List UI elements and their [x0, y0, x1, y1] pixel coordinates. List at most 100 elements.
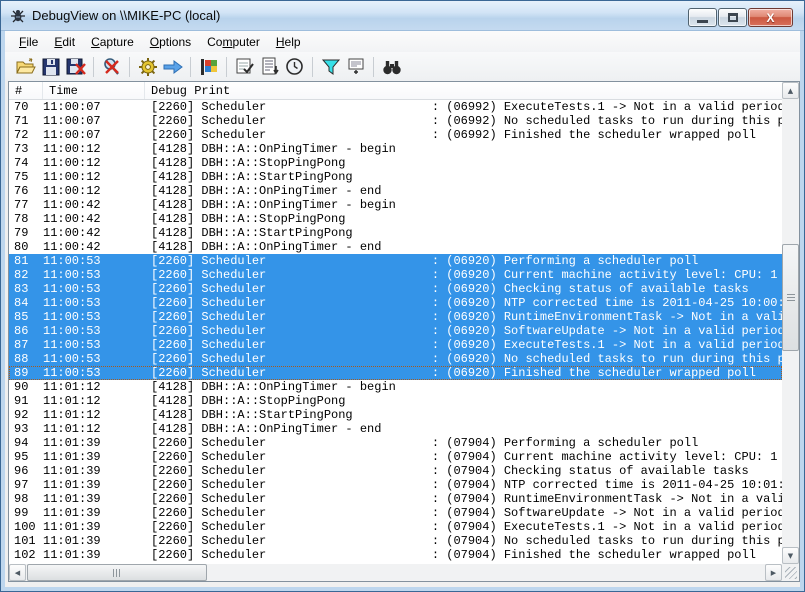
row-number: 79 [14, 226, 28, 240]
log-listview: # Time Debug Print 7011:00:07[2260] Sche… [8, 81, 800, 582]
log-row[interactable]: 8811:00:53[2260] Scheduler : (06920) No … [9, 352, 782, 366]
menu-help[interactable]: Help [268, 32, 309, 52]
titlebar[interactable]: DebugView on \\MIKE-PC (local) X [1, 1, 804, 31]
capture-events-button[interactable] [232, 55, 257, 79]
row-number: 77 [14, 198, 28, 212]
log-to-file-button[interactable] [63, 55, 88, 79]
debugview-bug-icon [10, 8, 26, 24]
resize-grip[interactable] [785, 567, 797, 579]
menu-file[interactable]: File [11, 32, 46, 52]
row-debug-text: [4128] DBH::A::StartPingPong [151, 408, 782, 422]
row-debug-text: [4128] DBH::A::OnPingTimer - begin [151, 380, 782, 394]
log-row[interactable]: 8611:00:53[2260] Scheduler : (06920) Sof… [9, 324, 782, 338]
horizontal-scroll-thumb[interactable] [27, 564, 207, 581]
row-number: 97 [14, 478, 28, 492]
row-number: 73 [14, 142, 28, 156]
log-row[interactable]: 7711:00:42[4128] DBH::A::OnPingTimer - b… [9, 198, 782, 212]
log-row[interactable]: 9211:01:12[4128] DBH::A::StartPingPong [9, 408, 782, 422]
row-number: 82 [14, 268, 28, 282]
vertical-scroll-thumb[interactable] [782, 244, 799, 351]
log-row[interactable]: 9011:01:12[4128] DBH::A::OnPingTimer - b… [9, 380, 782, 394]
log-row[interactable]: 7011:00:07[2260] Scheduler : (06992) Exe… [9, 100, 782, 114]
log-row[interactable]: 7511:00:12[4128] DBH::A::StartPingPong [9, 170, 782, 184]
log-row[interactable]: 10211:01:39[2260] Scheduler : (07904) Fi… [9, 548, 782, 562]
save-button[interactable] [38, 55, 63, 79]
row-time: 11:01:12 [43, 394, 101, 408]
capture-kernel-button[interactable] [135, 55, 160, 79]
open-folder-icon [16, 58, 36, 76]
log-row[interactable]: 7611:00:12[4128] DBH::A::OnPingTimer - e… [9, 184, 782, 198]
row-debug-text: [2260] Scheduler : (07904) RuntimeEnviro… [151, 492, 782, 506]
log-row[interactable]: 9611:01:39[2260] Scheduler : (07904) Che… [9, 464, 782, 478]
log-row[interactable]: 8411:00:53[2260] Scheduler : (06920) NTP… [9, 296, 782, 310]
log-row[interactable]: 7111:00:07[2260] Scheduler : (06992) No … [9, 114, 782, 128]
scroll-up-button[interactable]: ▲ [782, 82, 799, 99]
log-row[interactable]: 7811:00:42[4128] DBH::A::StopPingPong [9, 212, 782, 226]
row-time: 11:00:53 [43, 338, 101, 352]
filter-highlight-button[interactable] [318, 55, 343, 79]
caption-buttons: X [688, 8, 793, 27]
log-row[interactable]: 7411:00:12[4128] DBH::A::StopPingPong [9, 156, 782, 170]
menu-computer[interactable]: Computer [199, 32, 268, 52]
toolbar-separator [226, 57, 227, 77]
column-header-number[interactable]: # [9, 82, 43, 99]
pass-through-button[interactable] [160, 55, 185, 79]
row-number: 74 [14, 156, 28, 170]
row-debug-text: [2260] Scheduler : (06920) Finished the … [151, 366, 782, 380]
thumb-grip-icon [787, 294, 795, 301]
row-number: 95 [14, 450, 28, 464]
history-depth-button[interactable] [343, 55, 368, 79]
scroll-left-button[interactable]: ◀ [9, 564, 26, 581]
log-row[interactable]: 8711:00:53[2260] Scheduler : (06920) Exe… [9, 338, 782, 352]
minimize-button[interactable] [688, 8, 717, 27]
open-button[interactable] [13, 55, 38, 79]
log-row[interactable]: 9911:01:39[2260] Scheduler : (07904) Sof… [9, 506, 782, 520]
scroll-down-button[interactable]: ▼ [782, 547, 799, 564]
log-row[interactable]: 9511:01:39[2260] Scheduler : (07904) Cur… [9, 450, 782, 464]
menu-options[interactable]: Options [142, 32, 199, 52]
row-time: 11:00:53 [43, 352, 101, 366]
log-row[interactable]: 9711:01:39[2260] Scheduler : (07904) NTP… [9, 478, 782, 492]
log-row[interactable]: 8311:00:53[2260] Scheduler : (06920) Che… [9, 282, 782, 296]
log-row[interactable]: 9811:01:39[2260] Scheduler : (07904) Run… [9, 492, 782, 506]
row-time: 11:01:12 [43, 422, 101, 436]
row-number: 99 [14, 506, 28, 520]
autoscroll-button[interactable] [257, 55, 282, 79]
log-row[interactable]: 8511:00:53[2260] Scheduler : (06920) Run… [9, 310, 782, 324]
horizontal-scrollbar[interactable]: ◀ ▶ [9, 564, 782, 581]
capture-button[interactable] [99, 55, 124, 79]
arrow-down-icon: ▼ [788, 552, 793, 560]
column-header-time[interactable]: Time [43, 82, 145, 99]
log-row[interactable]: 8111:00:53[2260] Scheduler : (06920) Per… [9, 254, 782, 268]
row-number: 86 [14, 324, 28, 338]
log-row[interactable]: 9311:01:12[4128] DBH::A::OnPingTimer - e… [9, 422, 782, 436]
log-row[interactable]: 9411:01:39[2260] Scheduler : (07904) Per… [9, 436, 782, 450]
log-row[interactable]: 7911:00:42[4128] DBH::A::StartPingPong [9, 226, 782, 240]
capture-win32-button[interactable] [196, 55, 221, 79]
scroll-right-button[interactable]: ▶ [765, 564, 782, 581]
close-button[interactable]: X [748, 8, 793, 27]
vertical-scrollbar[interactable]: ▲ ▼ [782, 82, 799, 564]
log-row[interactable]: 10011:01:39[2260] Scheduler : (07904) Ex… [9, 520, 782, 534]
log-row[interactable]: 9111:01:12[4128] DBH::A::StopPingPong [9, 394, 782, 408]
maximize-button[interactable] [718, 8, 747, 27]
binoculars-icon [382, 58, 402, 76]
row-debug-text: [2260] Scheduler : (07904) Checking stat… [151, 464, 782, 478]
column-header-debug-print[interactable]: Debug Print [145, 82, 782, 99]
row-number: 87 [14, 338, 28, 352]
log-row[interactable]: 7311:00:12[4128] DBH::A::OnPingTimer - b… [9, 142, 782, 156]
row-time: 11:01:12 [43, 408, 101, 422]
log-row[interactable]: 7211:00:07[2260] Scheduler : (06992) Fin… [9, 128, 782, 142]
log-row[interactable]: 8911:00:53[2260] Scheduler : (06920) Fin… [9, 366, 782, 380]
row-time: 11:00:12 [43, 184, 101, 198]
clock-time-button[interactable] [282, 55, 307, 79]
log-row[interactable]: 10111:01:39[2260] Scheduler : (07904) No… [9, 534, 782, 548]
toolbar-separator [373, 57, 374, 77]
row-time: 11:00:53 [43, 282, 101, 296]
menu-edit[interactable]: Edit [46, 32, 83, 52]
menu-capture[interactable]: Capture [83, 32, 142, 52]
log-row[interactable]: 8011:00:42[4128] DBH::A::OnPingTimer - e… [9, 240, 782, 254]
find-button[interactable] [379, 55, 404, 79]
log-row[interactable]: 8211:00:53[2260] Scheduler : (06920) Cur… [9, 268, 782, 282]
row-number: 83 [14, 282, 28, 296]
